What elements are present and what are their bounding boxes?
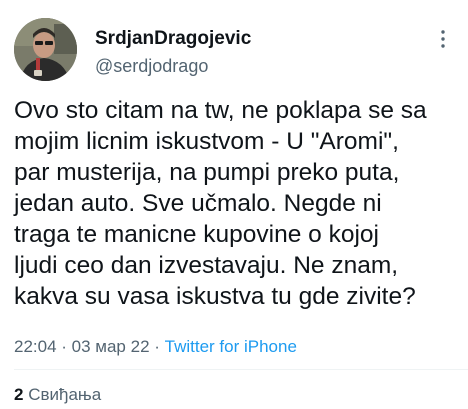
tweet-text-line: ljudi ceo dan izvestavaju. Ne znam, [14,252,399,279]
tweet-source-link[interactable]: Twitter for iPhone [165,337,297,356]
tweet-time[interactable]: 22:04 [14,337,57,356]
tweet-text-line: par musterija, na pumpi preko puta, [14,159,400,186]
like-label: Свиђања [28,385,102,404]
tweet-text-line: mojim licnim iskustvom - U "Aromi", [14,128,399,155]
display-name[interactable]: SrdjanDragojevic [95,27,251,51]
more-dots-icon [441,30,445,48]
tweet-text-line: Ovo sto citam na tw, ne poklapa se sa [14,97,427,124]
tweet-card: SrdjanDragojevic @serdjodrago Ovo sto ci… [0,0,468,409]
user-handle[interactable]: @serdjodrago [95,54,251,78]
profile-photo [14,18,77,81]
divider [14,369,468,370]
tweet-text: Ovo sto citam na tw, ne poklapa se sa mo… [14,95,460,312]
tweet-text-line: jedan auto. Sve učmalo. Negde ni [14,190,382,217]
tweet-metadata: 22:04 · 03 мар 22 · Twitter for iPhone [14,336,297,358]
tweet-text-line: traga te manicne kupovine o kojoj [14,221,379,248]
more-options-button[interactable] [432,28,454,50]
meta-separator: · [149,337,165,356]
tweet-date[interactable]: 03 мар 22 [72,337,150,356]
like-count: 2 [14,385,24,404]
avatar[interactable] [14,18,77,81]
likes-stat[interactable]: 2 Свиђања [14,384,101,406]
author-info: SrdjanDragojevic @serdjodrago [95,27,251,78]
tweet-text-line: kakva su vasa iskustva tu gde zivite? [14,283,416,310]
meta-separator: · [56,337,72,356]
